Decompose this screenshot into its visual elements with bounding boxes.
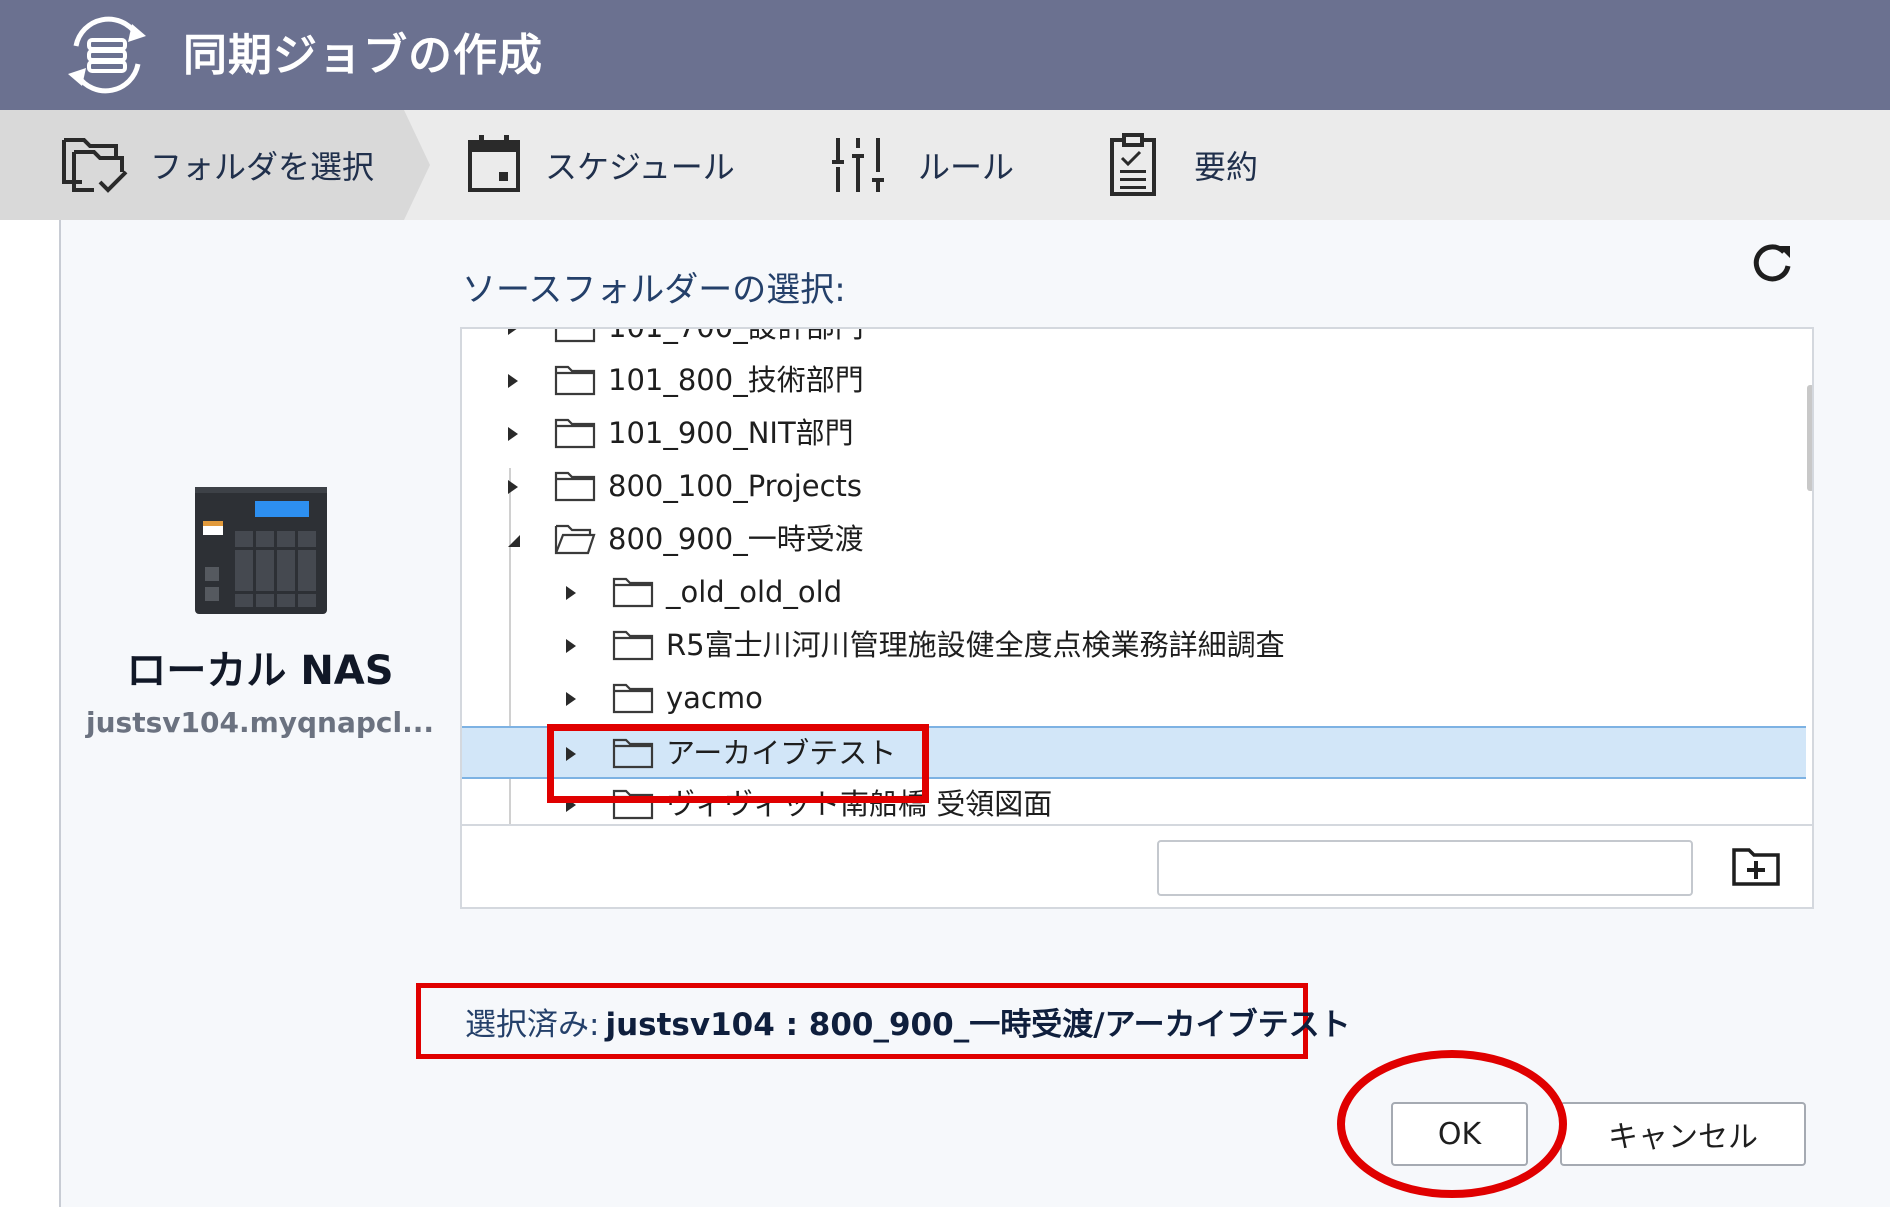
refresh-icon[interactable] — [1750, 242, 1794, 286]
folder-tree-panel: 101_700_設計部門 101_800_技術部門 101_900_NIT部門 800… — [460, 327, 1814, 909]
selected-row-annotation — [547, 724, 929, 803]
ok-button-annotation — [1337, 1050, 1567, 1198]
tree-row[interactable]: 800_100_Projects — [462, 461, 1806, 514]
caret-right-icon[interactable] — [506, 478, 522, 496]
selected-path-label: 選択済み: — [465, 1006, 600, 1043]
step-label: ルール — [918, 148, 1015, 186]
folder-name: 101_800_技術部門 — [608, 363, 864, 397]
folder-open-icon — [554, 524, 596, 555]
folder-name: yacmo — [666, 681, 763, 715]
tree-footer — [462, 824, 1812, 907]
source-folder-label: ソースフォルダーの選択: — [462, 270, 846, 310]
caret-right-icon[interactable] — [564, 584, 580, 602]
nas-title: ローカル NAS — [126, 648, 394, 694]
caret-right-icon[interactable] — [506, 329, 522, 337]
folder-icon — [612, 683, 654, 714]
dialog-title: 同期ジョブの作成 — [183, 30, 543, 81]
folder-name: 101_900_NIT部門 — [608, 416, 854, 450]
step-label: 要約 — [1194, 148, 1259, 186]
folder-name: R5富士川河川管理施設健全度点検業務詳細調査 — [666, 628, 1285, 662]
select-folder-icon — [62, 138, 128, 193]
folder-icon — [612, 630, 654, 661]
title-bar: 同期ジョブの作成 — [0, 0, 1890, 110]
caret-right-icon[interactable] — [506, 425, 522, 443]
cancel-button[interactable]: キャンセル — [1560, 1102, 1806, 1166]
nas-device-icon — [195, 487, 327, 614]
wizard-steps: フォルダを選択 スケジュール ルール 要約 — [0, 110, 1890, 220]
tree-row[interactable]: _old_old_old — [462, 567, 1806, 620]
selected-path-value: justsv104 : 800_900_一時受渡/アーカイブテスト — [605, 1006, 1351, 1043]
nas-hostname: justsv104.myqnapcl... — [86, 706, 435, 739]
step-label: スケジュール — [545, 148, 735, 186]
caret-right-icon[interactable] — [564, 690, 580, 708]
step-label: フォルダを選択 — [150, 148, 375, 186]
folder-icon — [554, 418, 596, 449]
new-folder-name-input[interactable] — [1157, 840, 1693, 896]
selected-path: 選択済み: justsv104 : 800_900_一時受渡/アーカイブテスト — [416, 983, 1351, 1059]
tree-row[interactable]: yacmo — [462, 673, 1806, 726]
folder-icon — [554, 365, 596, 396]
folder-name: 800_900_一時受渡 — [608, 522, 864, 556]
caret-down-icon[interactable] — [506, 531, 522, 549]
new-folder-icon[interactable] — [1731, 844, 1781, 888]
step-schedule[interactable]: スケジュール — [465, 110, 735, 220]
tree-row[interactable]: 101_700_設計部門 — [462, 329, 1806, 355]
caret-right-icon[interactable] — [506, 372, 522, 390]
tree-scrollbar[interactable] — [1807, 385, 1812, 491]
folder-name: 101_700_設計部門 — [608, 329, 864, 346]
folder-icon — [612, 577, 654, 608]
sync-job-icon — [68, 16, 146, 94]
caret-right-icon[interactable] — [564, 637, 580, 655]
clipboard-icon — [1110, 133, 1156, 196]
tree-row[interactable]: R5富士川河川管理施設健全度点検業務詳細調査 — [462, 620, 1806, 673]
tree-row[interactable]: 101_800_技術部門 — [462, 355, 1806, 408]
tree-row[interactable]: 101_900_NIT部門 — [462, 408, 1806, 461]
folder-icon — [554, 471, 596, 502]
folder-name: _old_old_old — [666, 575, 843, 609]
sliders-icon — [832, 138, 884, 192]
step-summary[interactable]: 要約 — [1108, 110, 1258, 220]
tree-row[interactable]: 800_900_一時受渡 — [462, 514, 1806, 567]
step-rules[interactable]: ルール — [832, 110, 1014, 220]
calendar-icon — [468, 135, 520, 192]
step-select-folder[interactable]: フォルダを選択 — [60, 110, 374, 220]
folder-icon — [554, 329, 596, 343]
folder-name: 800_100_Projects — [608, 469, 863, 503]
